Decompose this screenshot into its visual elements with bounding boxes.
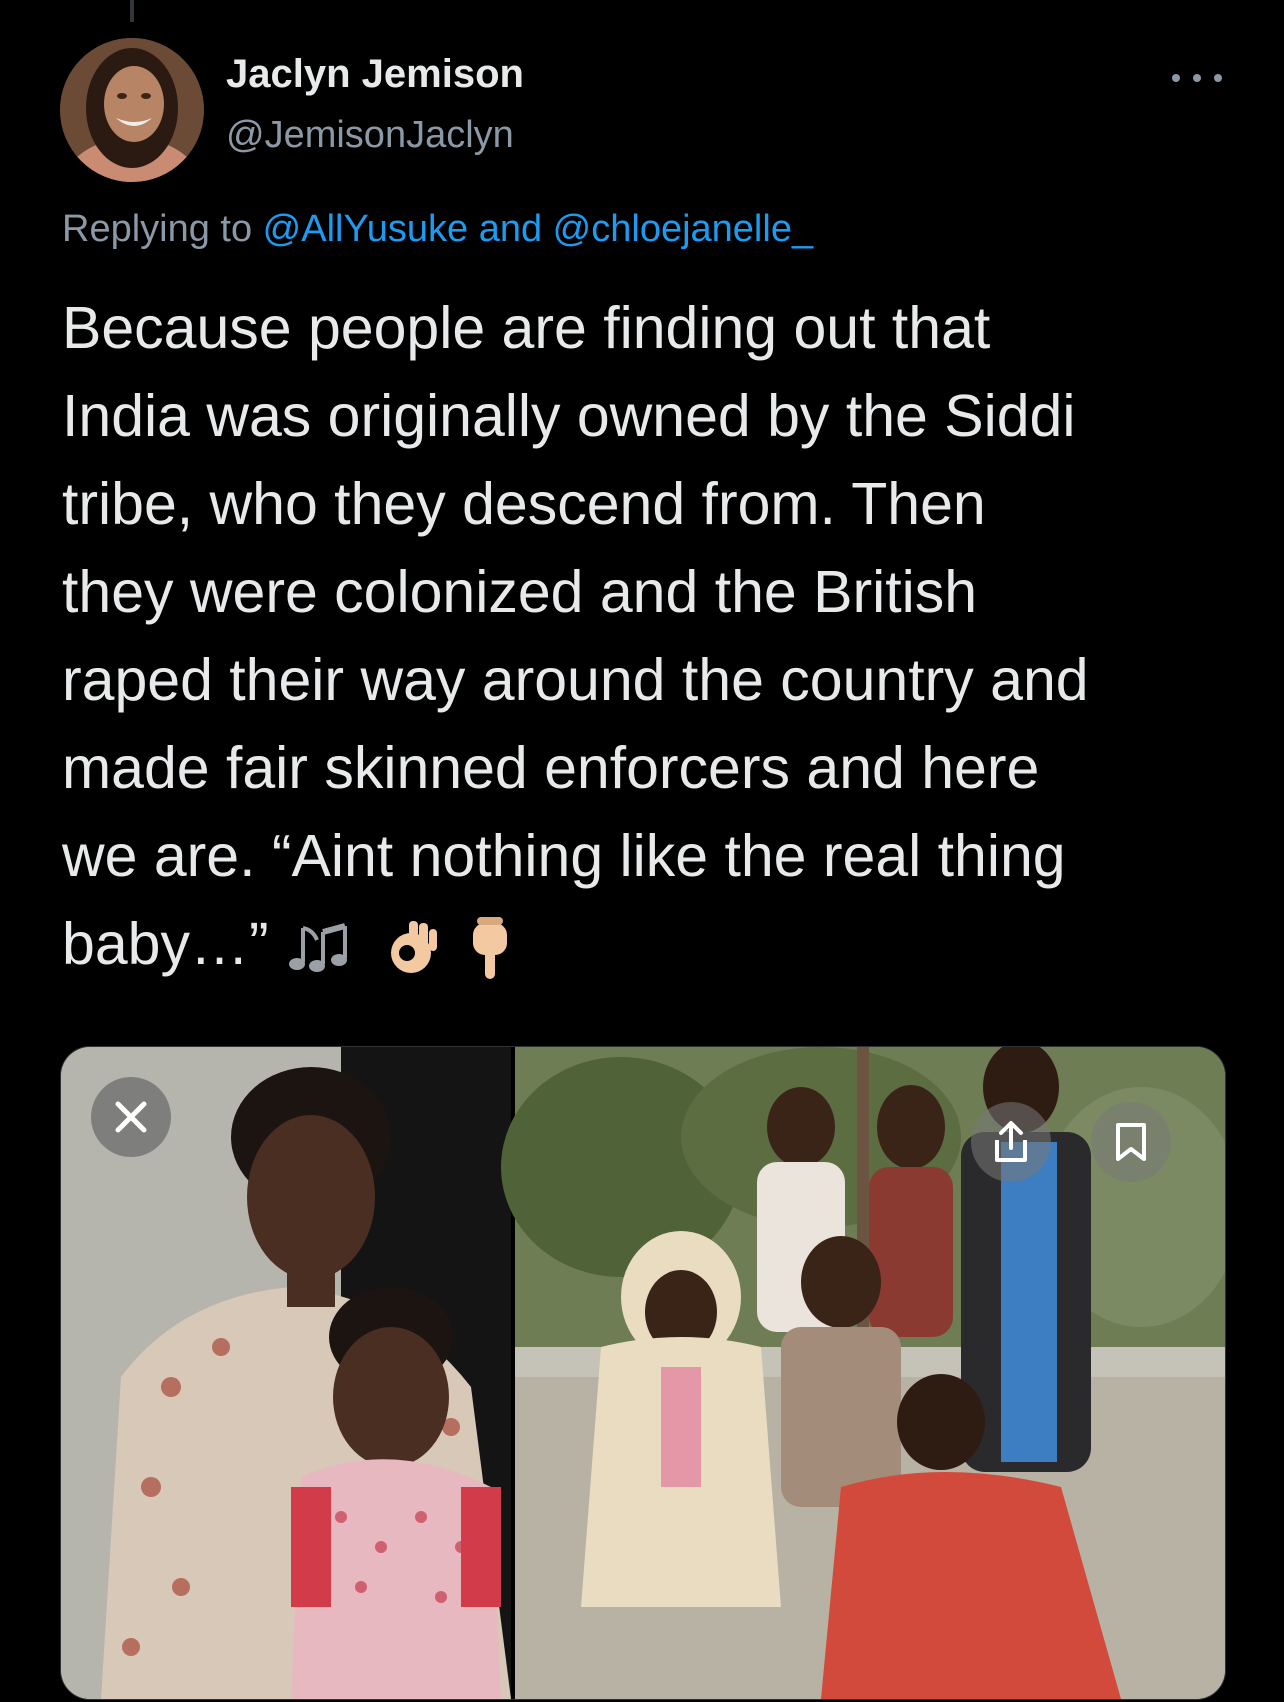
emoji-row [287, 915, 513, 981]
ok-hand-icon [390, 921, 437, 974]
tweet-text-line: made fair skinned enforcers and here [62, 735, 1040, 801]
share-icon [995, 1121, 1027, 1162]
tweet-text-line: baby…” [62, 911, 269, 977]
more-dot-icon [1172, 74, 1180, 82]
more-options-button[interactable] [1172, 66, 1222, 90]
tweet-text-line: we are. “Aint nothing like the real thin… [62, 823, 1066, 889]
tweet-text-line: tribe, who they descend from. Then [62, 471, 986, 537]
tweet-text-line: they were colonized and the British [62, 559, 978, 625]
tweet-body: Because people are finding out that Indi… [62, 284, 1252, 988]
close-icon [115, 1101, 147, 1133]
tweet-text-line: India was originally owned by the Siddi [62, 383, 1076, 449]
more-dot-icon [1214, 74, 1222, 82]
point-down-icon [472, 917, 507, 980]
reply-mention-2[interactable]: @chloejanelle_ [553, 208, 813, 250]
share-button[interactable] [971, 1102, 1051, 1182]
tweet-text-last-line: baby…” [62, 900, 1252, 988]
tweet-text-line: raped their way around the country and [62, 647, 1089, 713]
more-dot-icon [1193, 74, 1201, 82]
author-name[interactable]: Jaclyn Jemison [226, 52, 524, 97]
music-notes-icon [288, 923, 347, 973]
bookmark-button[interactable] [1091, 1102, 1171, 1182]
replying-to-label: Replying to [62, 208, 263, 250]
close-button[interactable] [91, 1077, 171, 1157]
media-gallery[interactable] [60, 1046, 1226, 1700]
replying-to-line: Replying to @AllYusuke and @chloejanelle… [62, 208, 813, 251]
avatar[interactable] [60, 38, 204, 182]
bookmark-icon [1116, 1123, 1146, 1161]
tweet-text-line: Because people are finding out that [62, 295, 991, 361]
reply-conjunction[interactable]: and [468, 208, 553, 250]
author-handle[interactable]: @JemisonJaclyn [226, 114, 514, 157]
reply-mention-1[interactable]: @AllYusuke [263, 208, 468, 250]
thread-connector-line [130, 0, 134, 22]
